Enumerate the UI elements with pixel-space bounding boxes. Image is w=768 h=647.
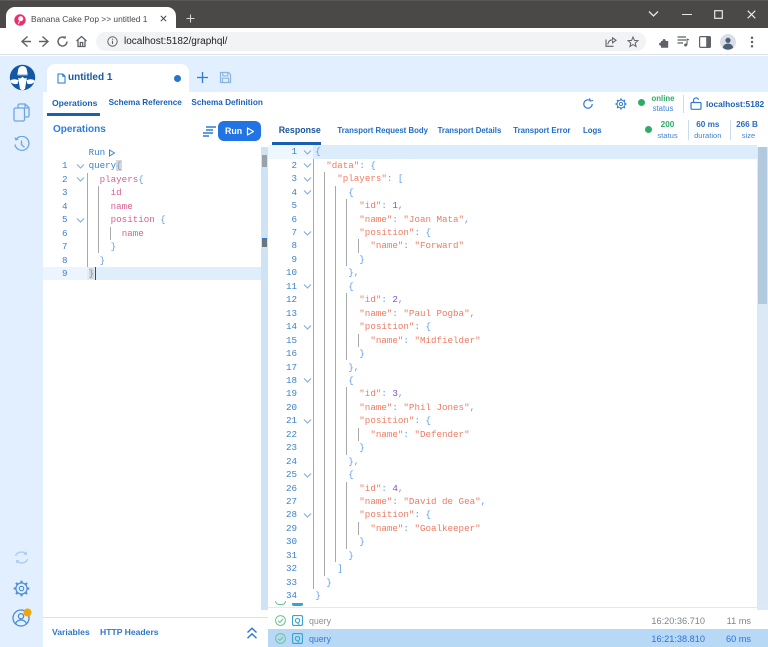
svg-text:Q: Q <box>295 634 301 643</box>
svg-text:Q: Q <box>295 616 301 625</box>
